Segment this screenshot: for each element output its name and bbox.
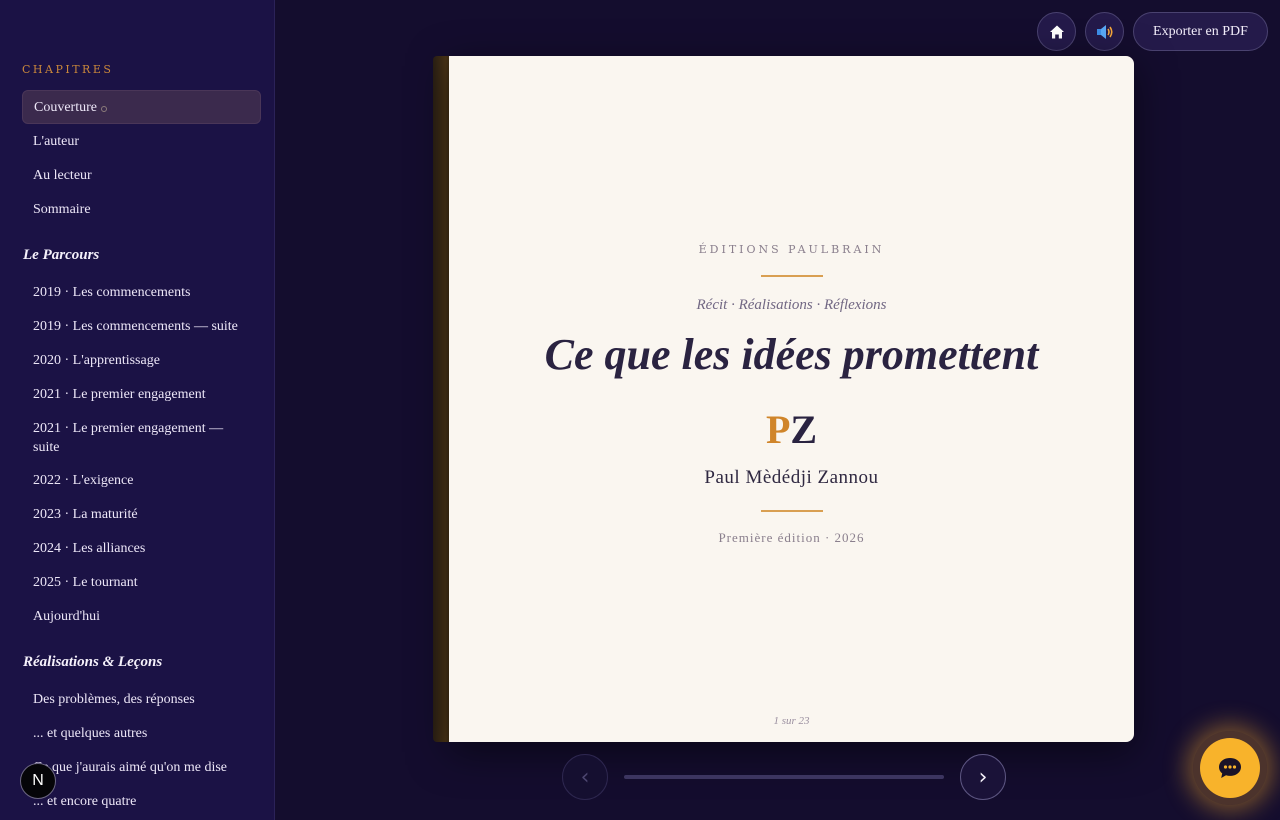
sidebar: CHAPITRES Couverture L'auteur Au lecteur… <box>0 0 275 820</box>
n-badge[interactable]: N <box>20 763 56 799</box>
sidebar-item-chapter[interactable]: 2024 · Les alliances <box>22 539 261 558</box>
sidebar-item-chapter[interactable]: Des problèmes, des réponses <box>22 690 261 709</box>
book-page: ÉDITIONS PAULBRAIN Récit · Réalisations … <box>449 56 1134 742</box>
export-pdf-button[interactable]: Exporter en PDF <box>1133 12 1268 51</box>
home-button[interactable] <box>1037 12 1076 51</box>
next-page-button[interactable]: › <box>960 754 1006 800</box>
home-icon <box>1049 25 1064 38</box>
page-indicator: 1 sur 23 <box>773 715 810 727</box>
sidebar-item-chapter[interactable]: 2021 · Le premier engagement <box>22 385 261 404</box>
edition-label: Première édition · 2026 <box>718 530 865 545</box>
current-indicator-icon <box>100 106 107 112</box>
cover-page: ÉDITIONS PAULBRAIN Récit · Réalisations … <box>449 56 1134 742</box>
chapters-heading: CHAPITRES <box>22 63 114 76</box>
sidebar-item-chapter[interactable]: 2022 · L'exigence <box>22 471 261 490</box>
sidebar-item-label: Couverture <box>34 100 97 115</box>
sidebar-item-chapter[interactable]: 2019 · Les commencements <box>22 283 261 302</box>
section-title-realisations: Réalisations & Leçons <box>23 654 163 670</box>
divider <box>761 510 823 512</box>
sound-button[interactable] <box>1085 12 1124 51</box>
previous-page-button[interactable]: ‹ <box>562 754 608 800</box>
sidebar-item-chapter[interactable]: Ce que j'aurais aimé qu'on me dise <box>22 758 261 777</box>
sidebar-item-chapter[interactable]: 2021 · Le premier engagement — suite <box>22 419 237 457</box>
sidebar-item-chapter[interactable]: 2025 · Le tournant <box>22 573 261 592</box>
sidebar-item-chapter[interactable]: 2023 · La maturité <box>22 505 261 524</box>
chat-button[interactable] <box>1200 738 1260 798</box>
author-name: Paul Mèdédji Zannou <box>704 467 879 488</box>
monogram-second: Z <box>790 407 818 452</box>
sidebar-item-chapter[interactable]: 2019 · Les commencements — suite <box>22 317 261 336</box>
speaker-icon <box>1096 24 1113 39</box>
sidebar-item-lecteur[interactable]: Au lecteur <box>22 166 261 185</box>
sidebar-item-chapter[interactable]: ... et quelques autres <box>22 724 261 743</box>
sidebar-item-couverture[interactable]: Couverture <box>22 90 261 124</box>
reading-progress-bar[interactable] <box>624 775 944 779</box>
sidebar-item-sommaire[interactable]: Sommaire <box>22 200 261 219</box>
chevron-right-icon: › <box>978 764 988 790</box>
book-title: Ce que les idées promettent <box>544 330 1039 379</box>
sidebar-item-chapter[interactable]: Aujourd'hui <box>22 607 261 626</box>
publisher-name: ÉDITIONS PAULBRAIN <box>698 243 885 256</box>
sidebar-item-auteur[interactable]: L'auteur <box>22 132 261 151</box>
section-title-parcours: Le Parcours <box>23 247 100 263</box>
chat-icon <box>1219 758 1241 778</box>
monogram-first: P <box>765 407 791 452</box>
chevron-left-icon: ‹ <box>580 764 590 790</box>
sidebar-item-chapter[interactable]: ... et encore quatre <box>22 792 261 811</box>
sidebar-item-chapter[interactable]: 2020 · L'apprentissage <box>22 351 261 370</box>
author-monogram: PZ <box>449 406 1134 453</box>
book-subtitle: Récit · Réalisations · Réflexions <box>696 297 887 313</box>
divider <box>761 275 823 277</box>
